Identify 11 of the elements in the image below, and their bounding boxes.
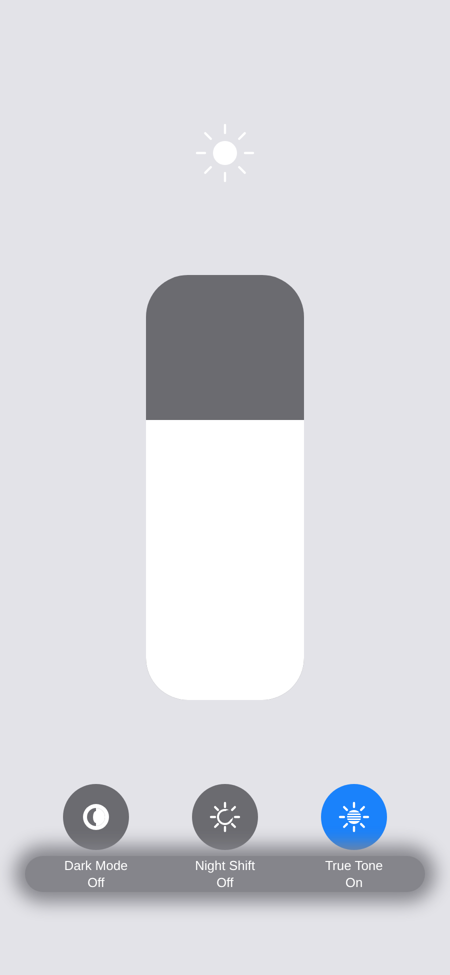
brightness-slider[interactable] <box>146 275 304 700</box>
sun-moon-icon <box>209 801 241 833</box>
contrast-icon <box>80 801 112 833</box>
toggle-status: On <box>345 874 363 891</box>
toggle-status: Off <box>216 874 234 891</box>
toggle-label: Dark Mode <box>64 857 128 874</box>
toggle-status: Off <box>87 874 105 891</box>
sun-icon <box>195 123 255 183</box>
toggle-label: Night Shift <box>195 857 255 874</box>
sun-icon <box>338 801 370 833</box>
toggle-label: True Tone <box>325 857 383 874</box>
